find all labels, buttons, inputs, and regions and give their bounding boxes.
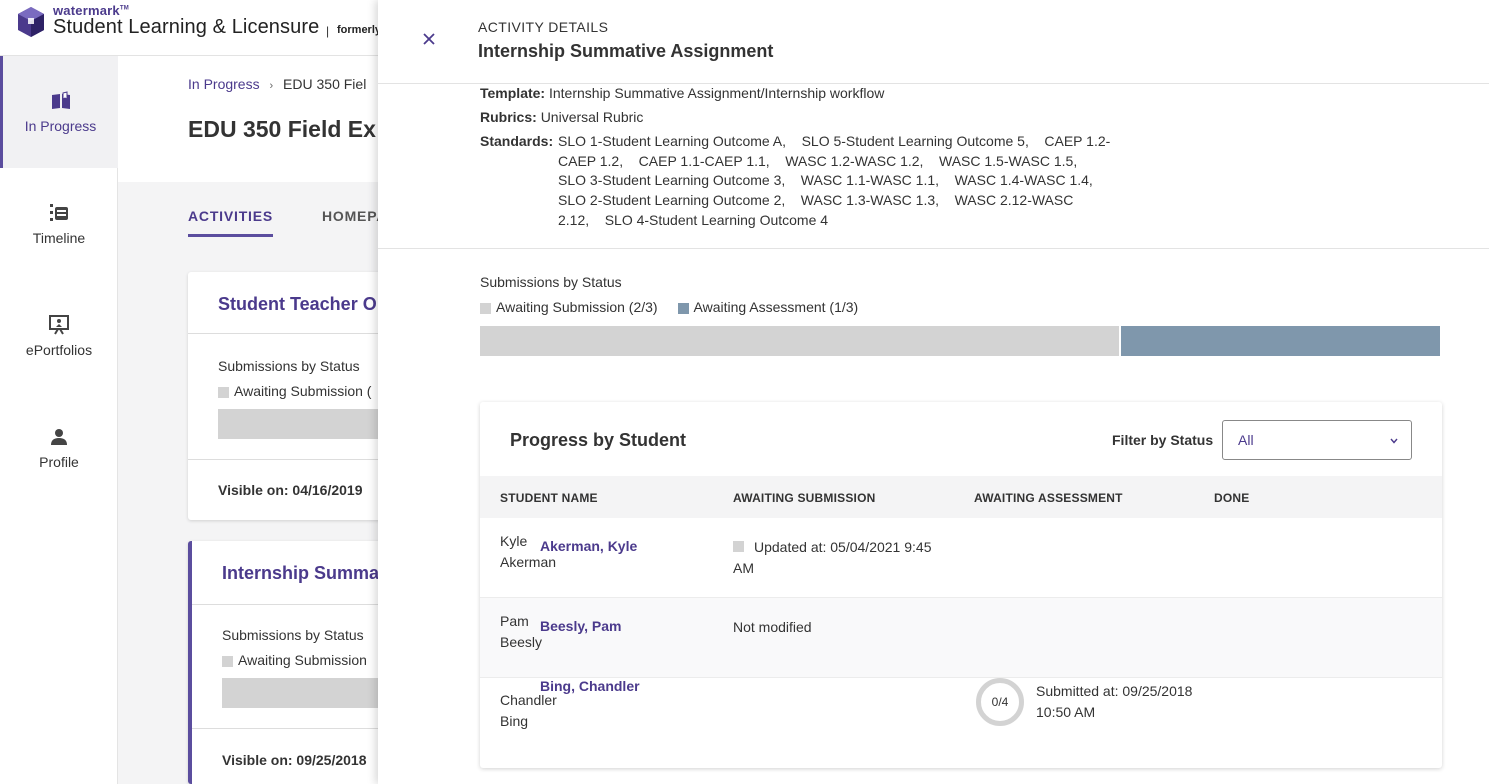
assessment-progress-ring[interactable]: 0/4 xyxy=(976,678,1024,726)
awaiting-assessment-cell: Submitted at: 09/25/2018 10:50 AM xyxy=(1036,683,1193,720)
student-avatar-name: Chandler Bing xyxy=(500,690,557,732)
tab-activities[interactable]: ACTIVITIES xyxy=(188,208,274,237)
visible-on-date: Visible on: 09/25/2018 xyxy=(222,752,367,768)
student-name-link[interactable]: Bing, Chandler xyxy=(540,678,640,694)
activity-details-drawer: ACTIVITY DETAILS Internship Summative As… xyxy=(378,0,1489,784)
divider xyxy=(378,83,1489,84)
page-title: EDU 350 Field Ex xyxy=(188,116,376,142)
nav-label: In Progress xyxy=(24,118,97,134)
table-row: Pam Beesly Beesly, Pam Not modified xyxy=(480,598,1442,678)
breadcrumb-link[interactable]: In Progress xyxy=(188,76,260,92)
brand-separator: | xyxy=(326,24,330,38)
status-bar-segment-awaiting-submission[interactable] xyxy=(480,326,1119,356)
legend-label: Awaiting Submission ( xyxy=(234,383,372,399)
rubrics-line: Rubrics: Universal Rubric xyxy=(480,109,643,125)
column-awaiting-submission[interactable]: AWAITING SUBMISSION xyxy=(733,491,875,505)
table-header: STUDENT NAME AWAITING SUBMISSION AWAITIN… xyxy=(480,476,1442,518)
nav-item-in-progress[interactable]: In Progress xyxy=(0,56,118,168)
standards-label: Standards: xyxy=(480,133,554,149)
template-line: Template: Internship Summative Assignmen… xyxy=(480,85,884,101)
status-legend: Awaiting Submission ( xyxy=(218,383,371,399)
legend-swatch xyxy=(480,302,491,314)
drawer-title: Internship Summative Assignment xyxy=(478,41,774,61)
legend-label: Awaiting Submission (2/3) xyxy=(496,299,658,315)
legend-swatch xyxy=(677,302,689,314)
nav-item-profile[interactable]: Profile xyxy=(0,392,118,504)
student-last-name: Akerman xyxy=(500,554,557,570)
rubrics-label: Rubrics: xyxy=(480,109,537,125)
close-icon xyxy=(423,33,435,45)
visible-on-date: Visible on: 04/16/2019 xyxy=(218,482,363,498)
submissions-status-bar xyxy=(480,326,1440,356)
presentation-icon xyxy=(49,315,69,335)
status-swatch xyxy=(733,541,744,552)
filter-by-status-label: Filter by Status xyxy=(1112,432,1214,448)
student-last-name: Bing xyxy=(500,713,529,729)
awaiting-submission-cell: Updated at: 05/04/2021 9:45 AM xyxy=(733,537,933,579)
column-student-name[interactable]: STUDENT NAME xyxy=(500,491,598,505)
breadcrumb-separator: › xyxy=(269,80,274,92)
progress-by-student-panel: Progress by Student Filter by Status All… xyxy=(480,402,1442,768)
standards-list: SLO 1-Student Learning Outcome A, SLO 5-… xyxy=(558,133,1111,228)
chevron-down-icon xyxy=(1390,438,1398,444)
student-last-name: Beesly xyxy=(500,634,543,650)
student-avatar-name: Pam Beesly xyxy=(500,611,542,653)
student-name-link[interactable]: Akerman, Kyle xyxy=(540,538,637,554)
rubrics-value: Universal Rubric xyxy=(540,109,644,125)
legend-label: Awaiting Submission xyxy=(238,652,367,668)
column-awaiting-assessment[interactable]: AWAITING ASSESSMENT xyxy=(974,491,1123,505)
legend-awaiting-assessment: Awaiting Assessment (1/3) xyxy=(677,299,859,315)
progress-by-student-title: Progress by Student xyxy=(510,430,687,450)
submissions-status-label: Submissions by Status xyxy=(218,358,360,374)
nav-label: ePortfolios xyxy=(25,342,93,358)
breadcrumb: In Progress › EDU 350 Fiel xyxy=(188,76,366,92)
nav-label: Profile xyxy=(39,454,79,470)
column-done[interactable]: DONE xyxy=(1214,491,1249,505)
divider xyxy=(378,248,1489,249)
brand-formerly: formerly xyxy=(337,24,382,36)
activity-card-title[interactable]: Internship Summa xyxy=(222,563,379,584)
activity-card-title[interactable]: Student Teacher O xyxy=(218,294,377,315)
close-button[interactable] xyxy=(418,28,440,50)
breadcrumb-current: EDU 350 Fiel xyxy=(283,76,367,92)
assessment-progress-text: 0/4 xyxy=(991,695,1009,709)
table-row: Kyle Akerman Akerman, Kyle Updated at: 0… xyxy=(480,518,1442,598)
template-value: Internship Summative Assignment/Internsh… xyxy=(548,85,885,101)
timeline-icon xyxy=(50,204,68,221)
book-open-icon xyxy=(51,91,70,109)
brand-title: Student Learning & Licensure xyxy=(53,16,320,38)
template-label: Template: xyxy=(480,85,546,101)
nav-item-timeline[interactable]: Timeline xyxy=(0,168,118,280)
legend-swatch xyxy=(222,655,233,667)
drawer-kicker: ACTIVITY DETAILS xyxy=(478,19,609,35)
person-icon xyxy=(51,429,67,445)
submissions-by-status-title: Submissions by Status xyxy=(480,274,622,290)
legend-label: Awaiting Assessment (1/3) xyxy=(693,299,859,315)
status-bar-segment-awaiting-assessment[interactable] xyxy=(1120,326,1440,356)
awaiting-submission-cell: Not modified xyxy=(733,619,812,635)
nav-label: Timeline xyxy=(32,230,86,246)
watermark-logo-icon[interactable] xyxy=(16,6,46,38)
student-first-name: Pam xyxy=(500,613,529,629)
filter-by-status-select[interactable]: All xyxy=(1222,420,1412,460)
filter-value: All xyxy=(1238,432,1254,448)
table-row: Chandler Bing Bing, Chandler 0/4 Submitt… xyxy=(480,678,1442,768)
status-legend: Awaiting Submission xyxy=(222,652,367,668)
nav-item-eportfolios[interactable]: ePortfolios xyxy=(0,280,118,392)
legend-swatch xyxy=(218,386,229,398)
submissions-status-label: Submissions by Status xyxy=(222,627,364,643)
legend-awaiting-submission: Awaiting Submission (2/3) xyxy=(480,299,658,315)
updated-at-text: Updated at: 05/04/2021 9:45 AM xyxy=(733,539,932,576)
submissions-legend: Awaiting Submission (2/3) Awaiting Asses… xyxy=(480,299,874,315)
student-name-link[interactable]: Beesly, Pam xyxy=(540,618,621,634)
side-nav: In Progress Timeline ePortfolios Profile xyxy=(0,56,118,784)
